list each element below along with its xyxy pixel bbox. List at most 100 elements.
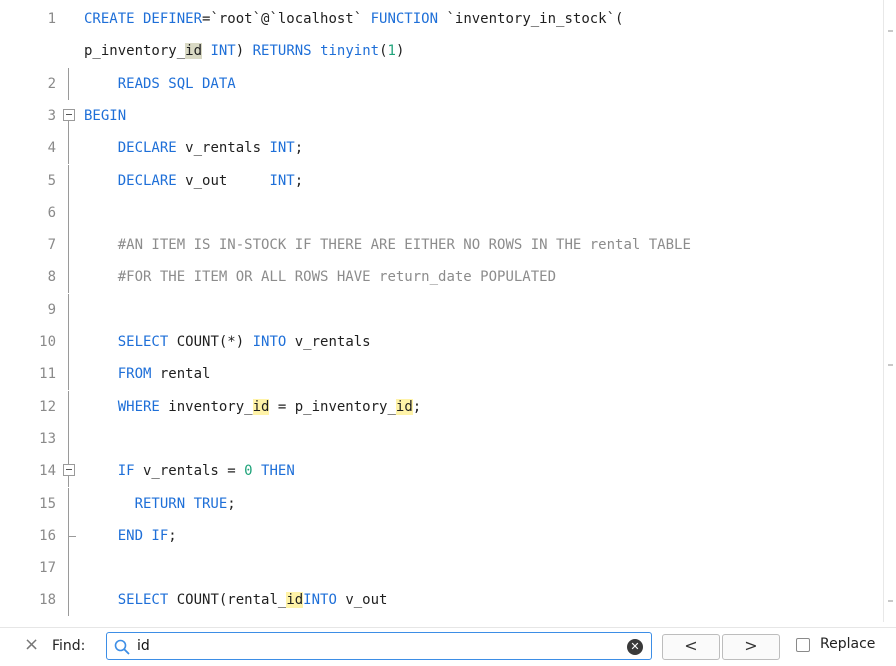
clear-icon[interactable]: ✕	[627, 639, 643, 655]
code-token: #FOR THE ITEM OR ALL ROWS HAVE return_da…	[117, 269, 557, 286]
code-token: v_rentals	[286, 334, 371, 350]
code-token: RETURN TRUE	[134, 495, 228, 512]
code-text: READS SQL DATA	[84, 68, 236, 100]
fold-guide	[62, 519, 78, 552]
fold-guide	[62, 326, 78, 358]
code-token: COUNT(*)	[168, 334, 253, 350]
fold-guide	[62, 390, 78, 423]
search-match: id	[286, 592, 304, 609]
code-token: DECLARE	[117, 140, 177, 157]
code-token: READS SQL DATA	[117, 75, 236, 92]
code-line[interactable]: 13	[0, 422, 884, 455]
code-token: ;	[294, 172, 304, 189]
code-token: #AN ITEM IS IN-STOCK IF THERE ARE EITHER…	[117, 237, 691, 254]
code-line[interactable]: 3 BEGIN	[0, 100, 884, 132]
find-next-button[interactable]: >	[722, 634, 780, 660]
line-number: 10	[39, 334, 56, 350]
code-token: v_rentals	[176, 140, 270, 157]
line-number: 15	[39, 495, 56, 512]
code-text: DECLARE v_rentals INT;	[84, 132, 303, 164]
find-previous-button[interactable]: <	[662, 634, 720, 660]
code-line[interactable]: 18 SELECT COUNT(rental_idINTO v_out	[0, 584, 884, 617]
code-token: v_rentals =	[134, 463, 245, 480]
code-token: rental	[151, 366, 211, 383]
code-line[interactable]: 15 RETURN TRUE;	[0, 487, 884, 520]
code-line[interactable]: 11 FROM rental	[0, 358, 884, 391]
code-token: ;	[412, 398, 422, 415]
code-text: #FOR THE ITEM OR ALL ROWS HAVE return_da…	[84, 261, 556, 293]
code-text: CREATE DEFINER=`root`@`localhost` FUNCTI…	[84, 3, 623, 35]
code-line[interactable]: 17	[0, 552, 884, 585]
code-token: v_out	[336, 592, 388, 609]
fold-guide	[62, 229, 78, 262]
code-text: WHERE inventory_id = p_inventory_id;	[84, 391, 421, 423]
code-line[interactable]: 10 SELECT COUNT(*) INTO v_rentals	[0, 326, 884, 358]
close-icon[interactable]: ×	[24, 636, 40, 654]
fold-guide	[62, 196, 78, 229]
code-line[interactable]: 1 CREATE DEFINER=`root`@`localhost` FUNCT…	[0, 3, 884, 35]
code-token: ;	[168, 527, 177, 544]
line-number: 13	[39, 430, 56, 447]
find-bar: × Find: ✕ < > Replace	[0, 627, 896, 666]
code-line[interactable]: 7 #AN ITEM IS IN-STOCK IF THERE ARE EITH…	[0, 229, 884, 262]
line-number: 5	[47, 172, 56, 189]
vertical-scrollbar[interactable]	[883, 0, 896, 622]
code-token: BEGIN	[84, 107, 127, 124]
search-match: id	[395, 398, 413, 415]
code-token: INTO	[252, 334, 287, 350]
code-line[interactable]: 12 WHERE inventory_id = p_inventory_id;	[0, 390, 884, 423]
code-token: DECLARE	[117, 172, 177, 189]
replace-checkbox[interactable]	[796, 638, 810, 652]
code-token: ;	[227, 495, 236, 512]
code-line[interactable]: p_inventory_id INT) RETURNS tinyint(1)	[0, 35, 884, 67]
code-line[interactable]: 16 END IF;	[0, 519, 884, 552]
fold-guide	[62, 132, 78, 165]
fold-toggle-icon[interactable]	[62, 455, 78, 488]
code-token: )	[235, 43, 253, 60]
search-match: id	[252, 398, 270, 415]
code-token: FUNCTION	[370, 11, 439, 27]
code-token: INT	[269, 172, 295, 189]
line-number: 3	[47, 107, 56, 124]
code-line[interactable]: 6	[0, 196, 884, 229]
code-editor[interactable]: 1 CREATE DEFINER=`root`@`localhost` FUNCT…	[0, 0, 884, 622]
code-line[interactable]: 9	[0, 293, 884, 326]
code-text: SELECT COUNT(*) INTO v_rentals	[84, 326, 371, 358]
code-line[interactable]: 5 DECLARE v_out INT;	[0, 164, 884, 197]
code-line[interactable]: 4 DECLARE v_rentals INT;	[0, 132, 884, 165]
fold-guide	[62, 487, 78, 520]
code-text: RETURN TRUE;	[84, 488, 236, 520]
line-number: 18	[39, 592, 56, 609]
line-number: 16	[39, 527, 56, 544]
code-text: #AN ITEM IS IN-STOCK IF THERE ARE EITHER…	[84, 229, 691, 261]
code-token: IF	[117, 463, 135, 480]
code-token: `inventory_in_stock`(	[438, 11, 624, 27]
find-input[interactable]	[137, 636, 617, 656]
code-text: p_inventory_id INT) RETURNS tinyint(1)	[84, 35, 404, 67]
fold-guide	[62, 358, 78, 391]
fold-toggle-icon[interactable]	[62, 100, 78, 132]
code-line[interactable]: 14 IF v_rentals = 0 THEN	[0, 455, 884, 488]
search-icon	[114, 639, 130, 655]
search-match: id	[185, 43, 203, 60]
line-number: 1	[47, 11, 56, 27]
code-token: 1	[387, 43, 396, 60]
scroll-marker	[888, 600, 893, 602]
code-token: FROM	[117, 366, 152, 383]
code-token: INTO	[303, 592, 337, 609]
code-line[interactable]: 8 #FOR THE ITEM OR ALL ROWS HAVE return_…	[0, 261, 884, 294]
code-text: DECLARE v_out INT;	[84, 165, 303, 197]
code-line[interactable]: 2 READS SQL DATA	[0, 67, 884, 100]
find-input-box[interactable]: ✕	[106, 632, 652, 660]
fold-guide	[62, 261, 78, 294]
line-number: 4	[47, 140, 56, 157]
line-number: 7	[47, 237, 56, 254]
